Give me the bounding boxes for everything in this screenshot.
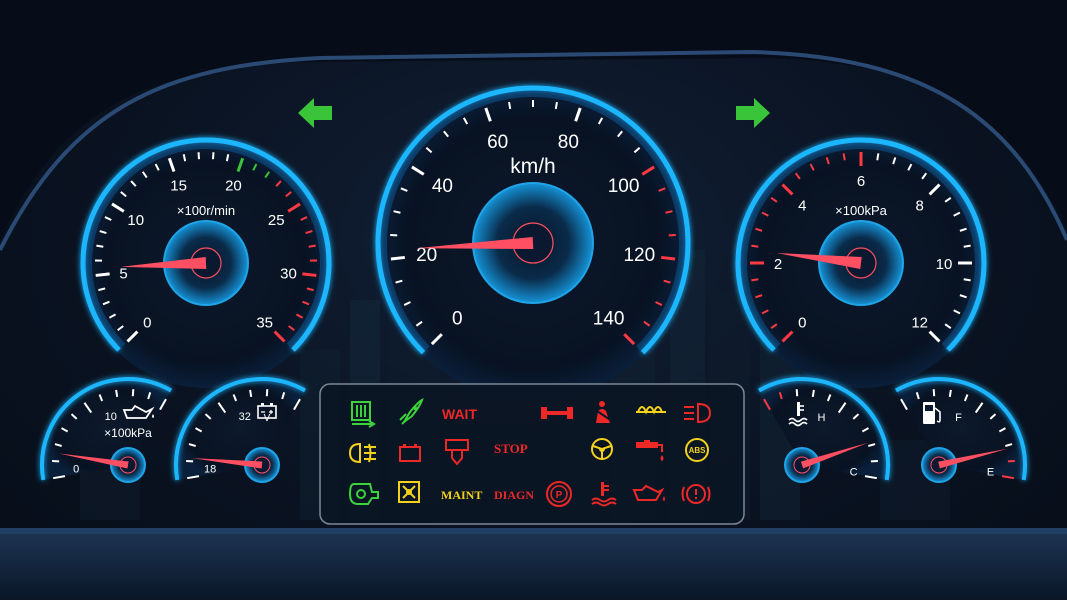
- voltage-gauge-tick: [249, 389, 253, 398]
- tachometer-minor-tick: [308, 244, 316, 248]
- tachometer-tick-label: 15: [170, 178, 187, 195]
- tachometer-tick-label: 5: [119, 265, 127, 282]
- turbo-pressure-gauge-minor-tick: [876, 153, 880, 161]
- turbo-pressure-gauge-minor-tick: [751, 278, 759, 282]
- oil-pressure-gauge-tick-label: 10: [105, 411, 117, 423]
- diagn-indicator: DIAGN: [494, 488, 534, 502]
- turbo-pressure-gauge-minor-tick: [963, 244, 971, 248]
- tachometer-tick-label: 20: [225, 178, 242, 195]
- tachometer-unit-label: ×100r/min: [177, 203, 235, 218]
- wait-indicator: WAIT: [442, 406, 477, 422]
- tachometer: 0 5 10 15 20 25 30 35 ×100r/min: [80, 137, 332, 388]
- maint-indicator: MAINT: [441, 488, 482, 502]
- turn-right-arrow-icon: [736, 98, 770, 128]
- tachometer-minor-tick: [96, 244, 104, 248]
- turbo-pressure-gauge-minor-tick: [751, 244, 759, 248]
- svg-text:ABS: ABS: [689, 446, 707, 455]
- speedometer-unit-label: km/h: [510, 155, 556, 178]
- turbo-pressure-gauge-tick-label: 8: [916, 197, 924, 214]
- coolant-temp-gauge-tick-label: H: [818, 412, 826, 424]
- speedometer-major-tick: [661, 255, 676, 261]
- turbo-pressure-gauge-minor-tick: [842, 153, 846, 161]
- warning-panel: WAIT STOP ABS MAINT DIAGN P: [319, 383, 745, 525]
- turbo-pressure-gauge-tick-label: 4: [798, 197, 806, 214]
- coolant-temp-gauge-tick: [811, 389, 815, 398]
- tachometer-minor-tick: [225, 154, 230, 162]
- speedometer-tick-label: 80: [558, 132, 579, 153]
- turbo-pressure-gauge-tick-label: 0: [798, 315, 806, 332]
- speedometer-tick-label: 140: [593, 309, 625, 330]
- instrument-cluster: 0 5 10 15 20 25 30 35 ×100r/min 0 2 4 6 8 10 12 ×100kPa 0…: [0, 0, 1067, 600]
- parking-brake-icon: P: [546, 481, 572, 507]
- svg-text:P: P: [556, 490, 563, 501]
- turbo-pressure-gauge-unit-label: ×100kPa: [835, 203, 887, 218]
- turbo-pressure-gauge-tick-label: 10: [936, 256, 953, 273]
- speedometer-tick-label: 40: [432, 176, 453, 197]
- speedometer-tick-label: 120: [623, 245, 655, 266]
- voltage-gauge-tick-label: 18: [204, 464, 216, 476]
- fuel-gauge-tick: [948, 389, 952, 398]
- turbo-pressure-gauge-tick-label: 2: [774, 256, 782, 273]
- turbo-pressure-gauge-minor-tick: [963, 278, 971, 282]
- coolant-temp-gauge-tick-label: C: [850, 467, 858, 479]
- tachometer-major-tick: [302, 272, 317, 277]
- fuel-gauge-tick-label: F: [955, 412, 962, 424]
- tachometer-tick-label: 25: [268, 212, 285, 229]
- oil-pressure-gauge-unit-label: ×100kPa: [104, 426, 152, 440]
- speedometer: 0204060 80100120140km/h: [375, 85, 691, 400]
- tachometer-minor-tick: [182, 154, 187, 162]
- turbo-pressure-gauge-tick-label: 12: [911, 315, 928, 332]
- stop-indicator: STOP: [494, 441, 528, 456]
- voltage-gauge-tick-label: 32: [239, 411, 251, 423]
- turbo-pressure-gauge-tick-label: 6: [857, 173, 865, 190]
- turbo-pressure-gauge: 0 2 4 6 8 10 12 ×100kPa: [735, 137, 987, 388]
- oil-pressure-gauge: 0 10 ×100kPa: [39, 377, 172, 483]
- tachometer-tick-label: 10: [127, 212, 144, 229]
- tachometer-tick-label: 0: [143, 315, 151, 332]
- voltage-gauge: 1832 V: [173, 377, 306, 483]
- tachometer-major-tick: [95, 272, 110, 277]
- speedometer-tick-label: 0: [452, 309, 463, 330]
- speedometer-tick-label: 100: [608, 176, 640, 197]
- bottom-panel: [0, 532, 1067, 600]
- cluster-canvas: 051015 20253035×100r/min024681012×100kPa0…: [0, 0, 1067, 600]
- tachometer-tick-label: 35: [256, 315, 273, 332]
- speedometer-minor-tick: [508, 101, 512, 110]
- speedometer-minor-tick: [554, 101, 558, 110]
- oil-pressure-gauge-tick: [115, 389, 119, 398]
- tachometer-tick-label: 30: [280, 265, 297, 282]
- fuel-gauge-tick-label: E: [987, 467, 994, 479]
- speedometer-tick-label: 60: [487, 132, 508, 153]
- oil-pressure-gauge-tick-label: 0: [73, 464, 79, 476]
- turn-left-arrow-icon: [298, 98, 332, 128]
- speedometer-major-tick: [390, 255, 405, 261]
